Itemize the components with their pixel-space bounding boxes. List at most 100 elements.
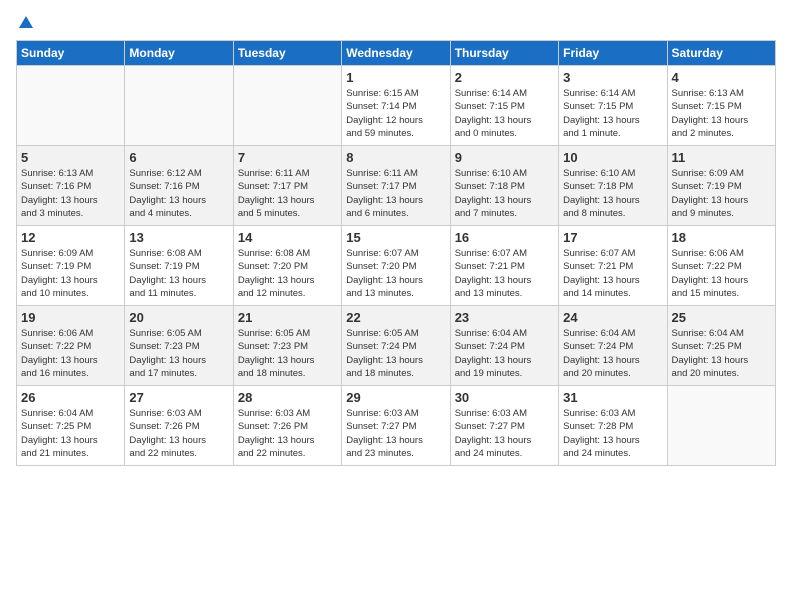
calendar-cell: 20 Sunrise: 6:05 AM Sunset: 7:23 PM Dayli… xyxy=(125,306,233,386)
calendar-cell: 16 Sunrise: 6:07 AM Sunset: 7:21 PM Dayli… xyxy=(450,226,558,306)
day-info: Sunrise: 6:07 AM Sunset: 7:21 PM Dayligh… xyxy=(455,247,554,300)
day-info: Sunrise: 6:08 AM Sunset: 7:20 PM Dayligh… xyxy=(238,247,337,300)
day-number: 5 xyxy=(21,150,120,165)
day-info: Sunrise: 6:15 AM Sunset: 7:14 PM Dayligh… xyxy=(346,87,445,140)
day-header-monday: Monday xyxy=(125,41,233,66)
calendar-cell: 28 Sunrise: 6:03 AM Sunset: 7:26 PM Dayli… xyxy=(233,386,341,466)
day-number: 3 xyxy=(563,70,662,85)
day-number: 13 xyxy=(129,230,228,245)
day-info: Sunrise: 6:11 AM Sunset: 7:17 PM Dayligh… xyxy=(346,167,445,220)
day-info: Sunrise: 6:06 AM Sunset: 7:22 PM Dayligh… xyxy=(21,327,120,380)
calendar-cell: 17 Sunrise: 6:07 AM Sunset: 7:21 PM Dayli… xyxy=(559,226,667,306)
day-info: Sunrise: 6:05 AM Sunset: 7:24 PM Dayligh… xyxy=(346,327,445,380)
day-header-friday: Friday xyxy=(559,41,667,66)
day-info: Sunrise: 6:12 AM Sunset: 7:16 PM Dayligh… xyxy=(129,167,228,220)
logo xyxy=(16,16,33,30)
day-info: Sunrise: 6:04 AM Sunset: 7:24 PM Dayligh… xyxy=(563,327,662,380)
calendar-cell: 7 Sunrise: 6:11 AM Sunset: 7:17 PM Daylig… xyxy=(233,146,341,226)
page-header xyxy=(16,16,776,30)
day-info: Sunrise: 6:09 AM Sunset: 7:19 PM Dayligh… xyxy=(672,167,771,220)
day-info: Sunrise: 6:06 AM Sunset: 7:22 PM Dayligh… xyxy=(672,247,771,300)
day-number: 1 xyxy=(346,70,445,85)
day-info: Sunrise: 6:03 AM Sunset: 7:26 PM Dayligh… xyxy=(129,407,228,460)
calendar-cell: 24 Sunrise: 6:04 AM Sunset: 7:24 PM Dayli… xyxy=(559,306,667,386)
calendar-cell: 31 Sunrise: 6:03 AM Sunset: 7:28 PM Dayli… xyxy=(559,386,667,466)
calendar-cell: 6 Sunrise: 6:12 AM Sunset: 7:16 PM Daylig… xyxy=(125,146,233,226)
calendar-cell: 30 Sunrise: 6:03 AM Sunset: 7:27 PM Dayli… xyxy=(450,386,558,466)
calendar-cell xyxy=(125,66,233,146)
calendar-cell: 14 Sunrise: 6:08 AM Sunset: 7:20 PM Dayli… xyxy=(233,226,341,306)
day-number: 7 xyxy=(238,150,337,165)
day-header-tuesday: Tuesday xyxy=(233,41,341,66)
day-number: 25 xyxy=(672,310,771,325)
calendar-cell: 11 Sunrise: 6:09 AM Sunset: 7:19 PM Dayli… xyxy=(667,146,775,226)
day-number: 14 xyxy=(238,230,337,245)
calendar-cell: 9Sunrise: 6:10 AM Sunset: 7:18 PM Daylig… xyxy=(450,146,558,226)
day-number: 28 xyxy=(238,390,337,405)
day-info: Sunrise: 6:09 AM Sunset: 7:19 PM Dayligh… xyxy=(21,247,120,300)
day-info: Sunrise: 6:07 AM Sunset: 7:20 PM Dayligh… xyxy=(346,247,445,300)
day-number: 31 xyxy=(563,390,662,405)
day-number: 6 xyxy=(129,150,228,165)
day-number: 19 xyxy=(21,310,120,325)
calendar-cell xyxy=(667,386,775,466)
day-info: Sunrise: 6:07 AM Sunset: 7:21 PM Dayligh… xyxy=(563,247,662,300)
day-info: Sunrise: 6:14 AM Sunset: 7:15 PM Dayligh… xyxy=(455,87,554,140)
day-number: 30 xyxy=(455,390,554,405)
day-info: Sunrise: 6:03 AM Sunset: 7:28 PM Dayligh… xyxy=(563,407,662,460)
calendar-cell: 5 Sunrise: 6:13 AM Sunset: 7:16 PM Daylig… xyxy=(17,146,125,226)
day-number: 27 xyxy=(129,390,228,405)
day-info: Sunrise: 6:05 AM Sunset: 7:23 PM Dayligh… xyxy=(238,327,337,380)
calendar-cell xyxy=(233,66,341,146)
day-number: 22 xyxy=(346,310,445,325)
calendar-cell: 19 Sunrise: 6:06 AM Sunset: 7:22 PM Dayli… xyxy=(17,306,125,386)
day-number: 2 xyxy=(455,70,554,85)
calendar-cell: 23 Sunrise: 6:04 AM Sunset: 7:24 PM Dayli… xyxy=(450,306,558,386)
day-number: 12 xyxy=(21,230,120,245)
day-number: 29 xyxy=(346,390,445,405)
calendar-cell: 12 Sunrise: 6:09 AM Sunset: 7:19 PM Dayli… xyxy=(17,226,125,306)
day-number: 15 xyxy=(346,230,445,245)
calendar-cell: 25Sunrise: 6:04 AM Sunset: 7:25 PM Dayli… xyxy=(667,306,775,386)
calendar-cell: 27 Sunrise: 6:03 AM Sunset: 7:26 PM Dayli… xyxy=(125,386,233,466)
day-number: 26 xyxy=(21,390,120,405)
day-info: Sunrise: 6:04 AM Sunset: 7:25 PM Dayligh… xyxy=(21,407,120,460)
calendar-cell: 13 Sunrise: 6:08 AM Sunset: 7:19 PM Dayli… xyxy=(125,226,233,306)
day-number: 23 xyxy=(455,310,554,325)
day-info: Sunrise: 6:10 AM Sunset: 7:18 PM Dayligh… xyxy=(455,167,554,220)
day-number: 18 xyxy=(672,230,771,245)
calendar-cell: 26 Sunrise: 6:04 AM Sunset: 7:25 PM Dayli… xyxy=(17,386,125,466)
calendar-cell: 10Sunrise: 6:10 AM Sunset: 7:18 PM Dayli… xyxy=(559,146,667,226)
day-info: Sunrise: 6:03 AM Sunset: 7:27 PM Dayligh… xyxy=(346,407,445,460)
day-info: Sunrise: 6:03 AM Sunset: 7:27 PM Dayligh… xyxy=(455,407,554,460)
calendar-cell: 8 Sunrise: 6:11 AM Sunset: 7:17 PM Daylig… xyxy=(342,146,450,226)
day-info: Sunrise: 6:13 AM Sunset: 7:15 PM Dayligh… xyxy=(672,87,771,140)
calendar-cell: 18 Sunrise: 6:06 AM Sunset: 7:22 PM Dayli… xyxy=(667,226,775,306)
calendar-cell: 22 Sunrise: 6:05 AM Sunset: 7:24 PM Dayli… xyxy=(342,306,450,386)
calendar-cell: 15 Sunrise: 6:07 AM Sunset: 7:20 PM Dayli… xyxy=(342,226,450,306)
calendar-cell: 3 Sunrise: 6:14 AM Sunset: 7:15 PM Daylig… xyxy=(559,66,667,146)
logo-triangle-icon xyxy=(19,16,33,28)
calendar-table: SundayMondayTuesdayWednesdayThursdayFrid… xyxy=(16,40,776,466)
day-info: Sunrise: 6:05 AM Sunset: 7:23 PM Dayligh… xyxy=(129,327,228,380)
day-header-sunday: Sunday xyxy=(17,41,125,66)
day-number: 21 xyxy=(238,310,337,325)
day-number: 17 xyxy=(563,230,662,245)
day-number: 24 xyxy=(563,310,662,325)
calendar-cell: 4 Sunrise: 6:13 AM Sunset: 7:15 PM Daylig… xyxy=(667,66,775,146)
day-number: 16 xyxy=(455,230,554,245)
calendar-cell: 29 Sunrise: 6:03 AM Sunset: 7:27 PM Dayli… xyxy=(342,386,450,466)
calendar-cell xyxy=(17,66,125,146)
day-number: 4 xyxy=(672,70,771,85)
day-info: Sunrise: 6:13 AM Sunset: 7:16 PM Dayligh… xyxy=(21,167,120,220)
day-number: 20 xyxy=(129,310,228,325)
day-info: Sunrise: 6:04 AM Sunset: 7:24 PM Dayligh… xyxy=(455,327,554,380)
day-number: 8 xyxy=(346,150,445,165)
day-info: Sunrise: 6:14 AM Sunset: 7:15 PM Dayligh… xyxy=(563,87,662,140)
day-info: Sunrise: 6:11 AM Sunset: 7:17 PM Dayligh… xyxy=(238,167,337,220)
day-info: Sunrise: 6:08 AM Sunset: 7:19 PM Dayligh… xyxy=(129,247,228,300)
day-header-saturday: Saturday xyxy=(667,41,775,66)
day-header-thursday: Thursday xyxy=(450,41,558,66)
day-number: 11 xyxy=(672,150,771,165)
day-info: Sunrise: 6:03 AM Sunset: 7:26 PM Dayligh… xyxy=(238,407,337,460)
